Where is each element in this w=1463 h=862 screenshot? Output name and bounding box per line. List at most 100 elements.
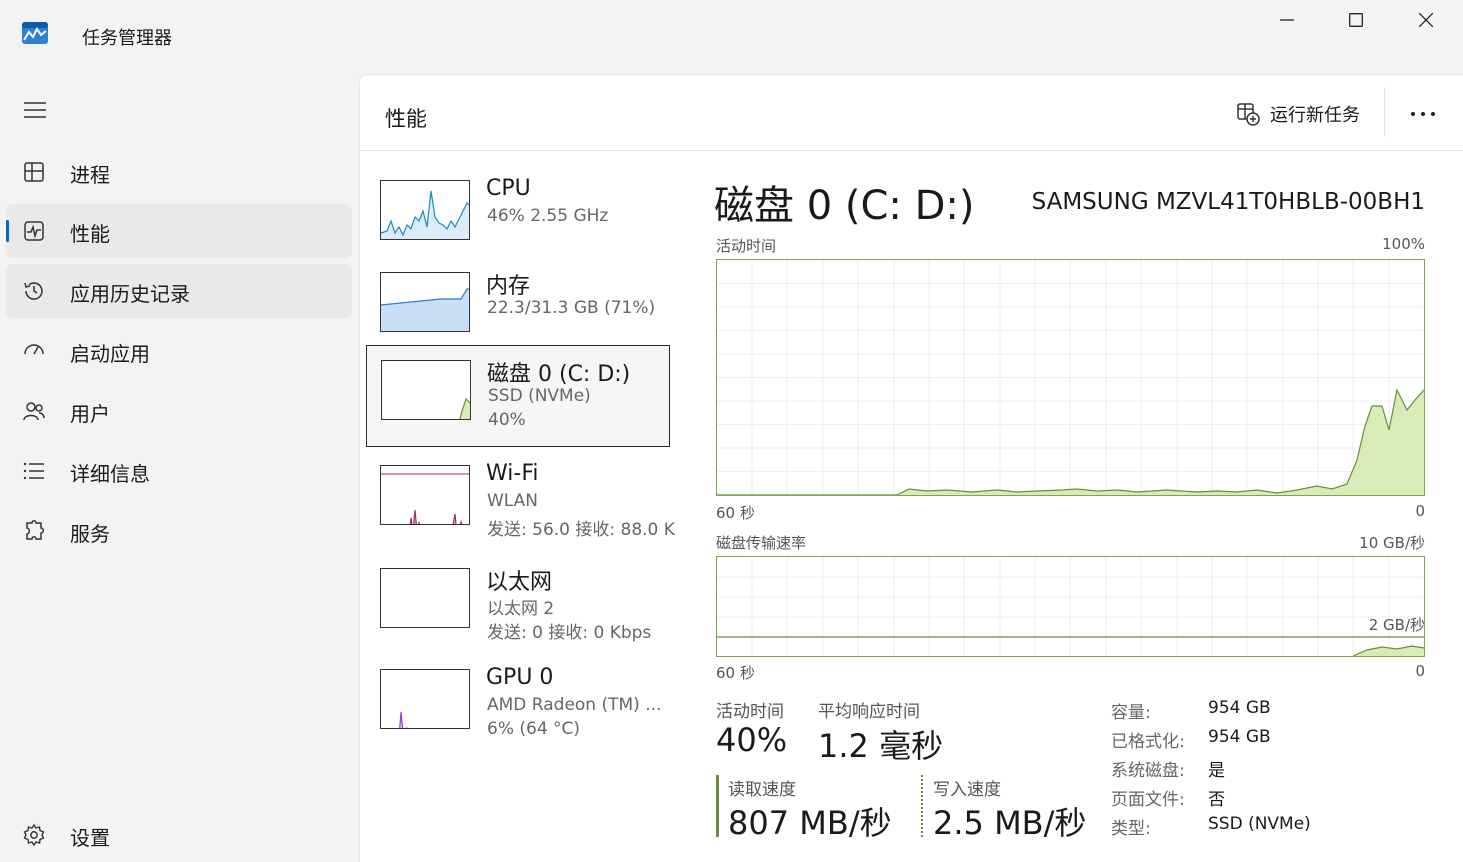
device-subtitle: 46% 2.55 GHz	[487, 206, 609, 226]
ethernet-thumbnail-graph	[380, 568, 470, 628]
hamburger-menu-icon[interactable]	[22, 98, 48, 124]
users-icon	[23, 402, 45, 421]
processes-icon	[24, 162, 44, 182]
device-name: CPU	[486, 176, 531, 201]
minimize-icon	[1280, 19, 1294, 21]
device-usage: 6% (64 °C)	[487, 719, 581, 739]
device-usage: 40%	[488, 410, 526, 430]
details-icon	[23, 462, 44, 480]
graph2-scale-mark: 2 GB/秒	[1368, 616, 1425, 634]
device-subtitle: 以太网 2	[487, 599, 555, 619]
new-task-icon	[1237, 103, 1260, 126]
gpu-sparkline	[399, 711, 408, 728]
graph1-time-span: 60 秒	[716, 504, 755, 522]
more-options-button[interactable]	[1406, 101, 1440, 127]
device-subtitle: WLAN	[487, 491, 539, 511]
write-speed-label: 写入速度	[933, 780, 1001, 800]
graph1-min: 0	[1415, 502, 1425, 520]
app-title: 任务管理器	[82, 28, 172, 49]
prop-value-capacity: 954 GB	[1208, 698, 1271, 718]
read-speed-label: 读取速度	[728, 780, 796, 800]
graph1-label: 活动时间	[716, 237, 777, 255]
main-header: 性能 运行新任务	[360, 75, 1463, 151]
cpu-sparkline	[381, 190, 469, 239]
nav-label-users: 用户	[70, 402, 110, 426]
nav-label-startup: 启动应用	[70, 342, 150, 366]
nav-item-processes[interactable]: 进程	[6, 145, 352, 199]
transfer-rate-chart	[717, 557, 1424, 656]
device-item-wifi[interactable]: Wi-Fi WLAN 发送: 56.0 接收: 88.0 K	[366, 451, 675, 553]
nav-label-details: 详细信息	[70, 462, 150, 486]
disk-title: 磁盘 0 (C: D:)	[714, 183, 975, 229]
gear-icon	[23, 823, 45, 847]
nav-label-app-history: 应用历史记录	[70, 282, 190, 306]
device-name: 磁盘 0 (C: D:)	[487, 362, 631, 387]
prop-label-system-disk: 系统磁盘:	[1111, 761, 1185, 781]
nav-item-services[interactable]: 服务	[6, 504, 352, 558]
nav-label-performance: 性能	[70, 222, 110, 246]
prop-label-formatted: 已格式化:	[1111, 732, 1185, 752]
read-speed-indicator	[716, 775, 719, 837]
maximize-button[interactable]	[1333, 6, 1379, 34]
cpu-thumbnail-graph	[380, 180, 470, 240]
active-time-value: 40%	[716, 721, 788, 759]
device-subtitle: 22.3/31.3 GB (71%)	[487, 298, 656, 318]
prop-value-type: SSD (NVMe)	[1208, 814, 1311, 834]
device-name: GPU 0	[486, 665, 554, 690]
device-item-cpu[interactable]: CPU 46% 2.55 GHz	[366, 166, 670, 268]
task-manager-app-icon	[22, 22, 48, 44]
graph2-max: 10 GB/秒	[1359, 534, 1425, 552]
title-bar: 任务管理器	[0, 0, 1463, 70]
active-time-graph	[716, 259, 1425, 496]
nav-label-settings: 设置	[70, 826, 110, 850]
graph2-label: 磁盘传输速率	[716, 534, 807, 552]
close-icon	[1419, 13, 1433, 27]
close-button[interactable]	[1403, 6, 1449, 34]
prop-value-formatted: 954 GB	[1208, 727, 1271, 747]
performance-icon	[24, 221, 44, 241]
nav-label-services: 服务	[70, 522, 110, 546]
memory-sparkline	[381, 288, 469, 331]
services-icon	[26, 520, 44, 540]
active-time-chart	[717, 260, 1424, 495]
device-item-ethernet[interactable]: 以太网 以太网 2 发送: 0 接收: 0 Kbps	[366, 554, 670, 656]
active-time-label: 活动时间	[716, 702, 784, 722]
memory-thumbnail-graph	[380, 272, 470, 332]
avg-response-label: 平均响应时间	[818, 702, 920, 722]
header-divider	[1384, 87, 1385, 137]
history-icon	[24, 282, 43, 300]
disk-thumbnail-graph	[381, 360, 471, 420]
run-new-task-label: 运行新任务	[1270, 105, 1360, 126]
wifi-thumbnail-graph	[380, 465, 470, 525]
graph2-time-span: 60 秒	[716, 664, 755, 682]
device-name: 内存	[486, 274, 531, 299]
more-icon	[1411, 112, 1435, 116]
nav-label-processes: 进程	[70, 163, 110, 187]
main-panel: 性能 运行新任务 CPU 46% 2.55 GHz 内存 22.3/31.3 G…	[359, 74, 1463, 862]
disk-model: SAMSUNG MZVL41T0HBLB-00BH1	[1031, 189, 1425, 215]
wifi-sparkline	[381, 473, 469, 524]
nav-item-users[interactable]: 用户	[6, 384, 352, 438]
prop-label-type: 类型:	[1111, 819, 1151, 839]
avg-response-value: 1.2 毫秒	[818, 727, 944, 765]
nav-item-details[interactable]: 详细信息	[6, 444, 352, 498]
nav-item-performance[interactable]: 性能	[6, 204, 352, 258]
graph1-max: 100%	[1382, 235, 1425, 253]
nav-item-app-history[interactable]: 应用历史记录	[6, 264, 352, 318]
graph2-min: 0	[1415, 662, 1425, 680]
device-throughput: 发送: 56.0 接收: 88.0 K	[487, 520, 675, 540]
prop-value-page-file: 否	[1208, 790, 1225, 810]
run-new-task-button[interactable]: 运行新任务	[1236, 101, 1360, 127]
nav-item-startup[interactable]: 启动应用	[6, 324, 352, 378]
device-name: 以太网	[486, 570, 553, 595]
page-title: 性能	[385, 107, 427, 131]
device-item-gpu[interactable]: GPU 0 AMD Radeon (TM) ... 6% (64 °C)	[366, 655, 670, 757]
disk-sparkline	[459, 397, 470, 419]
read-speed-value: 807 MB/秒	[728, 804, 892, 842]
write-speed-value: 2.5 MB/秒	[933, 804, 1087, 842]
nav-item-settings[interactable]: 设置	[6, 808, 352, 862]
prop-label-capacity: 容量:	[1111, 703, 1151, 723]
device-item-disk-0[interactable]: 磁盘 0 (C: D:) SSD (NVMe) 40%	[366, 345, 670, 447]
minimize-button[interactable]	[1264, 6, 1310, 34]
write-speed-indicator	[921, 775, 924, 837]
